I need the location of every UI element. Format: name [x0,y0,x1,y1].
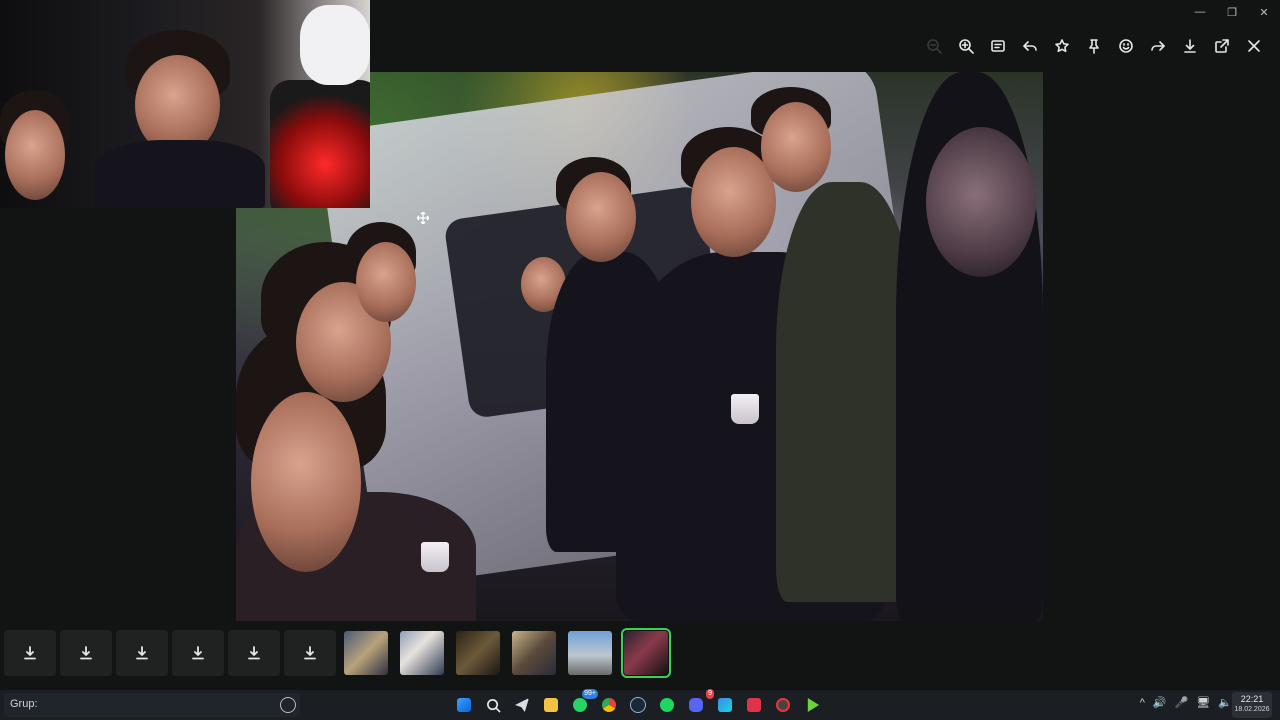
plastic-cup [731,394,759,424]
volume-icon[interactable]: 🔊 [1153,696,1167,709]
steering-wheel [270,80,370,208]
webcam-overlay [0,0,370,208]
photo-thumbnail-active[interactable] [621,628,671,678]
person-face [356,242,416,322]
photo-thumbnail[interactable] [512,631,556,675]
photo-thumbnail[interactable] [456,631,500,675]
windows-start-icon[interactable] [452,693,476,717]
clock-time: 22:21 [1240,694,1264,704]
photos-icon[interactable] [713,693,737,717]
thumbnail-download-button[interactable] [172,630,224,676]
zoom-in-icon[interactable] [950,30,982,62]
thumbnail-strip [0,625,1280,683]
system-clock[interactable]: 22:21 18.02.2026 [1232,692,1272,718]
chat-search-input[interactable]: Grup: [4,693,300,717]
person-face [566,172,636,262]
system-tray: ^ 🔊 🎤 🖥 🔈 [1140,696,1232,710]
download-icon [24,646,36,660]
taskbar: Grup: 99+ 9 ^ 🔊 🎤 🖥 🔈 22:21 18.02.2026 [0,689,1280,720]
microphone-icon[interactable]: 🎤 [1175,696,1189,709]
whatsapp-icon[interactable]: 99+ [568,689,598,717]
taskbar-apps: 99+ 9 [452,689,824,717]
download-icon [248,646,260,660]
person-face [761,102,831,192]
forward-icon[interactable] [1142,30,1174,62]
download-icon [304,646,316,660]
open-external-icon[interactable] [1206,30,1238,62]
move-cursor-icon [416,211,430,225]
photo-thumbnail[interactable] [344,631,388,675]
download-icon [136,646,148,660]
search-icon[interactable] [481,693,505,717]
person-body [95,140,265,208]
photo-thumbnail[interactable] [400,631,444,675]
telegram-icon[interactable] [510,693,534,717]
close-icon[interactable] [1238,30,1270,62]
thumbnail-download-button[interactable] [60,630,112,676]
show-hidden-icons[interactable]: ^ [1140,697,1145,709]
spotify-icon[interactable] [655,693,679,717]
reply-icon[interactable] [1014,30,1046,62]
app-green-icon[interactable] [800,693,824,717]
whatsapp-badge: 99+ [582,689,598,699]
window-controls: — ❐ ✕ [1184,0,1280,26]
plastic-cup [421,542,449,572]
restore-button[interactable]: ❐ [1216,0,1248,24]
app-record-icon[interactable] [771,693,795,717]
chrome-icon[interactable] [597,693,621,717]
photo-thumbnail[interactable] [568,631,612,675]
zoom-out-icon [918,30,950,62]
clock-date: 18.02.2026 [1234,706,1270,713]
thumbnail-download-button[interactable] [228,630,280,676]
download-icon [192,646,204,660]
discord-icon[interactable]: 9 [684,689,714,717]
emoji-icon[interactable] [1110,30,1142,62]
voice-icon[interactable] [280,697,296,713]
media-viewer-toolbar [918,30,1270,62]
thumbnail-download-button[interactable] [284,630,336,676]
person-face [926,127,1036,277]
file-explorer-icon[interactable] [539,693,563,717]
display-icon[interactable]: 🖥 [1196,696,1210,709]
search-text: Grup: [10,698,38,710]
app-red-icon[interactable] [742,693,766,717]
star-icon[interactable] [1046,30,1078,62]
person-face [5,110,65,200]
white-glove [300,5,370,85]
steam-icon[interactable] [626,693,650,717]
close-window-button[interactable]: ✕ [1248,0,1280,24]
caption-icon[interactable] [982,30,1014,62]
thumbnail-download-button[interactable] [116,630,168,676]
minimize-button[interactable]: — [1184,0,1216,24]
person-body [776,182,916,602]
download-icon [80,646,92,660]
person-face [251,392,361,572]
pin-icon[interactable] [1078,30,1110,62]
speaker-icon[interactable]: 🔈 [1218,696,1232,709]
download-icon[interactable] [1174,30,1206,62]
thumbnail-download-button[interactable] [4,630,56,676]
